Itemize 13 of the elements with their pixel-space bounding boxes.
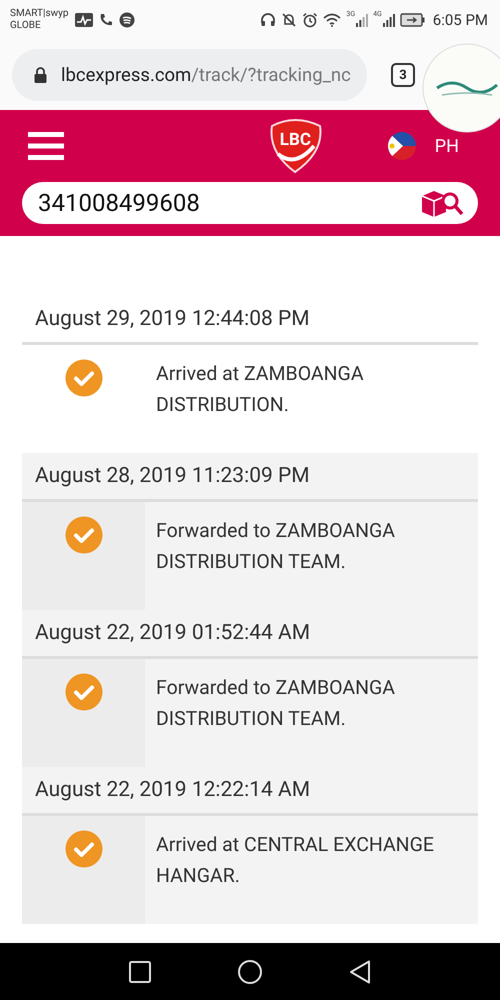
carrier-name: GLOBE: [10, 20, 42, 32]
clock-time: 6:05 PM: [432, 11, 488, 29]
event-date: August 29, 2019 12:44:08 PM: [22, 296, 478, 345]
event-status: Arrived at ZAMBOANGA DISTRIBUTION.: [155, 361, 365, 418]
event-status: Arrived at CENTRAL EXCHANGE HANGAR.: [155, 832, 435, 889]
event-status: Forwarded to ZAMBOANGA DISTRIBUTION TEAM.: [155, 518, 396, 575]
carrier-name: SMART|swyp: [10, 8, 68, 20]
tracking-search-field[interactable]: 341008499608: [22, 182, 478, 224]
tab-count-button[interactable]: 3: [391, 63, 415, 87]
event-status: Forwarded to ZAMBOANGA DISTRIBUTION TEAM.: [155, 675, 396, 732]
country-code[interactable]: PH: [434, 136, 459, 156]
address-bar[interactable]: lbcexpress.com/track/?tracking_nc: [12, 49, 367, 101]
url-text: lbcexpress.com/track/?tracking_nc: [61, 64, 351, 86]
